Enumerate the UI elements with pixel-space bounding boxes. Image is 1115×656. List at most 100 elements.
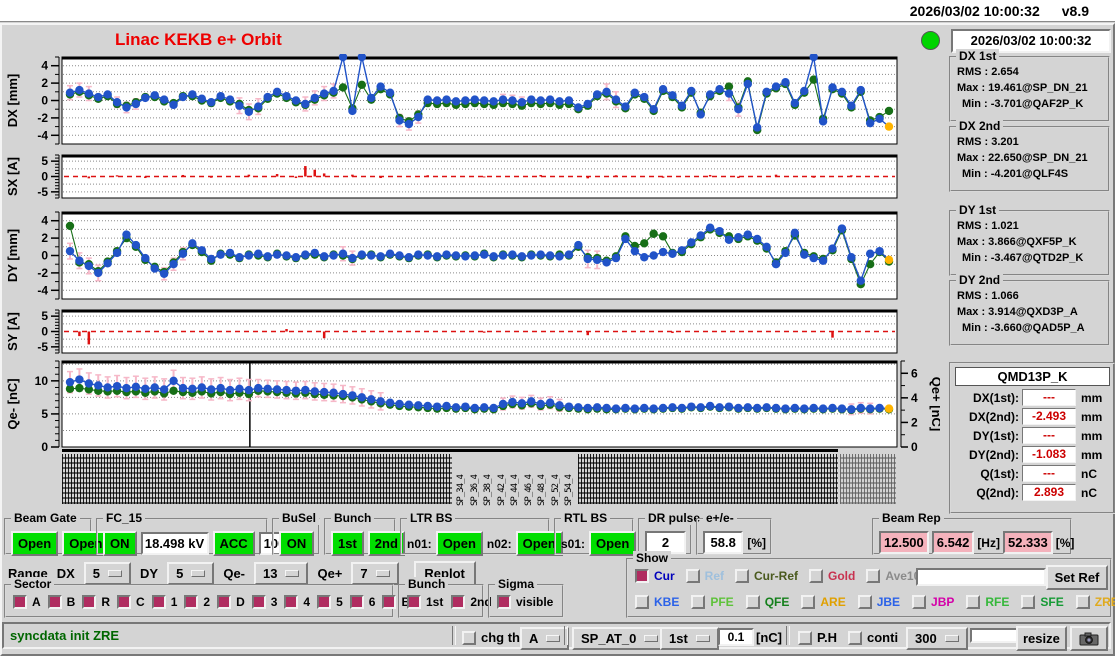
bpm-row-label: DX(1st): (972, 390, 1019, 405)
checkbox-label: 5 (336, 595, 343, 609)
show-checkbox-gold[interactable]: Gold (809, 569, 855, 583)
ltr-bs-group: LTR BS n01: Open n02: Open (400, 511, 563, 556)
threshold-field[interactable]: 0.1 (718, 628, 754, 646)
svg-text:0: 0 (41, 249, 48, 263)
dropdown-indicator-icon (375, 570, 390, 577)
sector-checkbox-d[interactable]: D (217, 595, 245, 609)
sector-group: Sector ABRC12D3456BT (4, 577, 417, 618)
svg-text:DX [mm]: DX [mm] (5, 74, 20, 127)
beam-rep-field-3: 52.333 (1002, 531, 1053, 554)
svg-text:Qe- [nC]: Qe- [nC] (5, 378, 20, 429)
checkbox-icon (407, 595, 421, 609)
bpm-name-dense-labels (578, 454, 838, 504)
show-checkbox-sfe[interactable]: SFE (1021, 595, 1064, 609)
range-qem-dropdown[interactable]: 13 (254, 562, 309, 585)
sector-checkbox-1[interactable]: 1 (151, 595, 177, 609)
stat-line: Max : 3.914@QXD3P_A (957, 306, 1078, 318)
checkbox-icon (1075, 595, 1090, 609)
dropdown-indicator-icon (546, 635, 561, 642)
bpm-monitor-row: DX(2nd): -2.493 mm (951, 407, 1114, 426)
checkbox-icon (317, 595, 332, 609)
svg-text:-2: -2 (37, 111, 48, 125)
sector-checkbox-a[interactable]: A (13, 595, 41, 609)
stat-line: Min : -3.660@QAD5P_A (962, 322, 1085, 334)
checkbox-label: Ref (704, 569, 725, 583)
checkbox-icon (151, 595, 166, 609)
ltr-bs-label: LTR BS (407, 511, 456, 525)
checkbox-label: B (66, 595, 76, 609)
checkbox-icon (857, 595, 872, 609)
checkbox-label: JBP (931, 595, 955, 609)
show-checkbox-jbp[interactable]: JBP (912, 595, 954, 609)
show-checkbox-cur[interactable]: Cur (635, 569, 675, 583)
bpm-select-dropdown[interactable]: SP_AT_0 (572, 627, 668, 650)
sector-checkbox-3[interactable]: 3 (251, 595, 277, 609)
bpm-row-unit: mm (1081, 447, 1103, 462)
ratio-field[interactable]: 58.8 (703, 531, 744, 554)
range-qep-dropdown[interactable]: 7 (351, 562, 399, 585)
rtl-s01-open-button[interactable]: Open (589, 531, 637, 556)
sector-checkbox-b[interactable]: B (47, 595, 76, 609)
bunch-1st-button[interactable]: 1st (331, 531, 364, 556)
show-checkbox-zre[interactable]: ZRE (1075, 595, 1115, 609)
show-checkbox-ave10[interactable]: Ave10 (866, 569, 920, 583)
bunch-select-dropdown[interactable]: 1st (660, 627, 719, 650)
statusbar-divider (786, 626, 790, 645)
conti-checkbox[interactable]: conti (848, 630, 898, 645)
chg-th-checkbox[interactable]: chg th (462, 630, 520, 645)
status-led (921, 31, 940, 50)
bunch-check-label: Bunch (405, 577, 449, 591)
sector-checkbox-c[interactable]: C (117, 595, 145, 609)
camera-button[interactable] (1070, 626, 1108, 651)
show-checkbox-pfe[interactable]: PFE (691, 595, 734, 609)
range-dy-dropdown[interactable]: 5 (167, 562, 215, 585)
range-dx-dropdown[interactable]: 5 (83, 562, 132, 585)
beam-gate-open-button-1[interactable]: Open (11, 531, 59, 556)
show-checkbox-qfe[interactable]: QFE (745, 595, 789, 609)
fc15-kv-field[interactable]: 18.498 kV (140, 532, 209, 555)
set-ref-button[interactable]: Set Ref (1046, 565, 1108, 590)
bpm-row-unit: mm (1081, 409, 1103, 424)
bunch-checkbox-1st[interactable]: 1st (407, 595, 443, 609)
checkbox-icon (848, 630, 862, 645)
ph-checkbox[interactable]: P.H (798, 630, 837, 645)
ref-file-input[interactable] (916, 568, 1046, 586)
stat-group-dy-2nd: DY 2nd RMS : 1.066 Max : 3.914@QXD3P_A Min … (949, 273, 1110, 346)
bpm-row-value: -2.493 (1022, 408, 1076, 425)
fc15-acc-button[interactable]: ACC (212, 531, 255, 556)
show-group: Show Cur Ref Cur-Ref Gold Ave10 Set Ref KBE P… (626, 551, 1115, 618)
dr-pulse-group: DR pulse 2 (638, 511, 704, 555)
sector-checkbox-2[interactable]: 2 (184, 595, 210, 609)
show-checkbox-ref[interactable]: Ref (685, 569, 725, 583)
threshold-unit-label: [nC] (756, 630, 782, 645)
fc15-label: FC_15 (103, 511, 146, 525)
extra-input[interactable] (970, 628, 1018, 643)
sector-checkbox-r[interactable]: R (82, 595, 110, 609)
dropdown-indicator-icon (944, 635, 959, 642)
show-checkbox-cur-ref[interactable]: Cur-Ref (735, 569, 798, 583)
show-checkbox-jbe[interactable]: JBE (857, 595, 900, 609)
fc15-on-button[interactable]: ON (103, 531, 137, 556)
svg-text:6: 6 (911, 366, 918, 380)
bunch-checkbox-2nd[interactable]: 2nd (451, 595, 492, 609)
show-checkbox-kbe[interactable]: KBE (635, 595, 679, 609)
svg-text:10: 10 (35, 374, 49, 388)
checkbox-label: RFE (985, 595, 1010, 609)
sector-checkbox-6[interactable]: 6 (349, 595, 375, 609)
points-dropdown[interactable]: 300 (906, 627, 968, 650)
show-checkbox-rfe[interactable]: RFE (966, 595, 1009, 609)
resize-button[interactable]: resize (1016, 626, 1067, 651)
chart-dy: 4 2 0 -2 -4 DY [mm] (5, 211, 898, 300)
stat-group-title: DY 2nd (956, 273, 1004, 287)
bpm-name-label: SP_54_4 (564, 475, 574, 506)
ltr-n01-open-button[interactable]: Open (435, 531, 483, 556)
ltr-n01-label: n01: (407, 536, 432, 551)
sector-select-dropdown[interactable]: A (520, 627, 570, 650)
sigma-checkbox-visible[interactable]: visible (497, 595, 553, 609)
busel-on-button[interactable]: ON (279, 531, 314, 556)
show-checkbox-are[interactable]: ARE (801, 595, 846, 609)
sector-checkbox-4[interactable]: 4 (284, 595, 310, 609)
sector-checkbox-5[interactable]: 5 (317, 595, 343, 609)
bpm-monitor-title: QMD13P_K (955, 367, 1110, 386)
checkbox-icon (809, 569, 824, 583)
